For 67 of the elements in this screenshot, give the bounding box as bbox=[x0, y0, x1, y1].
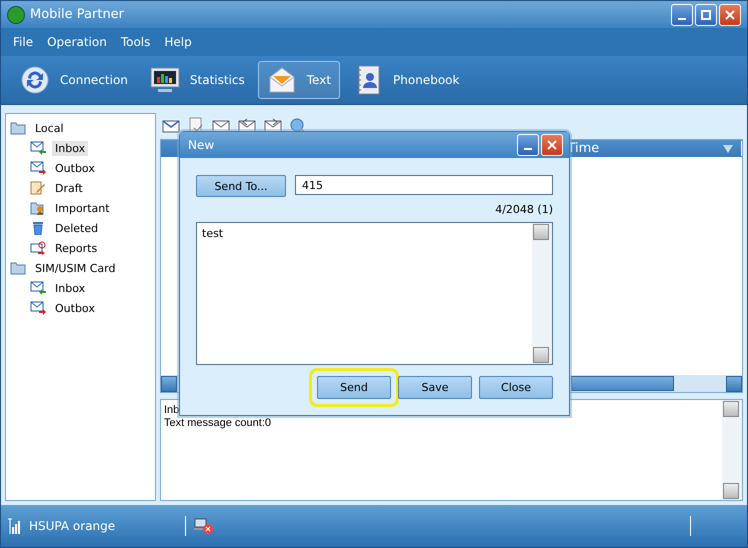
dialog-button[interactable]: Close bbox=[479, 376, 553, 399]
close-icon bbox=[547, 140, 557, 150]
tree-item[interactable]: SIM/USIM Card bbox=[32, 260, 118, 276]
forward-icon[interactable] bbox=[264, 118, 282, 134]
tree-item[interactable]: Inbox bbox=[52, 140, 88, 156]
dialog-button[interactable]: Send bbox=[317, 376, 391, 399]
menu-item[interactable]: Operation bbox=[47, 35, 107, 49]
scroll-down-button[interactable] bbox=[723, 483, 739, 499]
signal-icon bbox=[7, 518, 21, 534]
search-icon[interactable] bbox=[290, 118, 306, 134]
folder-icon bbox=[10, 261, 26, 275]
note-pencil-icon bbox=[30, 181, 46, 195]
dialog-button[interactable]: Save bbox=[398, 376, 472, 399]
detail-line: Inb bbox=[164, 404, 180, 417]
maximize-button[interactable] bbox=[695, 4, 717, 26]
window-title: Mobile Partner bbox=[30, 7, 124, 22]
character-counter: 4/2048 (1) bbox=[494, 203, 553, 216]
scroll-right-button[interactable] bbox=[726, 376, 742, 392]
mail-arrow-icon bbox=[30, 161, 46, 175]
mail-arrow-icon bbox=[30, 281, 46, 295]
mail-arrow-icon bbox=[30, 141, 46, 155]
app-logo-icon bbox=[7, 6, 25, 24]
menu-item[interactable]: File bbox=[13, 35, 34, 49]
maximize-icon bbox=[701, 10, 711, 20]
tree-item[interactable]: Outbox bbox=[52, 300, 98, 316]
toolbar-tab[interactable]: Statistics bbox=[140, 61, 254, 99]
mail-arrow-icon bbox=[30, 301, 46, 315]
tree-item[interactable]: Local bbox=[32, 120, 67, 136]
scroll-left-button[interactable] bbox=[161, 376, 177, 392]
folder-icon bbox=[10, 121, 26, 135]
minimize-icon bbox=[678, 18, 686, 20]
mail-report-icon bbox=[30, 241, 46, 255]
toolbar-tab[interactable]: Phonebook bbox=[344, 61, 468, 99]
new-message-icon[interactable] bbox=[162, 118, 180, 134]
chart-monitor-icon bbox=[150, 65, 180, 95]
person-folder-icon bbox=[30, 201, 46, 215]
reply-icon[interactable] bbox=[238, 118, 256, 134]
minimize-button[interactable] bbox=[517, 134, 539, 156]
tree-item[interactable]: Inbox bbox=[52, 280, 88, 296]
close-icon bbox=[725, 10, 735, 20]
sync-icon bbox=[20, 65, 50, 95]
trash-icon bbox=[30, 221, 46, 235]
scroll-up-button[interactable] bbox=[723, 401, 739, 417]
tree-item[interactable]: Deleted bbox=[52, 220, 102, 236]
toolbar-tab[interactable]: Text bbox=[258, 61, 340, 99]
menu-item[interactable]: Help bbox=[164, 35, 192, 49]
envelope-icon[interactable] bbox=[212, 118, 230, 134]
recipient-field[interactable]: 415 bbox=[295, 175, 553, 195]
column-header[interactable]: Time bbox=[567, 141, 600, 156]
dialog-title: New bbox=[188, 138, 214, 152]
minimize-icon bbox=[524, 148, 532, 150]
tree-item[interactable]: Outbox bbox=[52, 160, 98, 176]
disconnected-computer-icon bbox=[194, 517, 214, 535]
close-button[interactable] bbox=[719, 4, 741, 26]
scrollbar-thumb[interactable] bbox=[571, 376, 674, 391]
tree-item[interactable]: Reports bbox=[52, 240, 100, 256]
minimize-button[interactable] bbox=[671, 4, 693, 26]
toolbar-tab[interactable]: Connection bbox=[11, 61, 137, 99]
sort-arrow-icon[interactable] bbox=[723, 144, 733, 152]
tree-item[interactable]: Important bbox=[52, 200, 113, 216]
menu-item[interactable]: Tools bbox=[120, 35, 150, 49]
close-button[interactable] bbox=[541, 134, 563, 156]
send-to-button[interactable]: Send To... bbox=[196, 175, 286, 197]
envelope-icon bbox=[266, 65, 297, 95]
network-status: HSUPA orange bbox=[29, 519, 116, 533]
detail-line: Text message count:0 bbox=[164, 417, 272, 430]
tree-item[interactable]: Draft bbox=[52, 180, 86, 196]
